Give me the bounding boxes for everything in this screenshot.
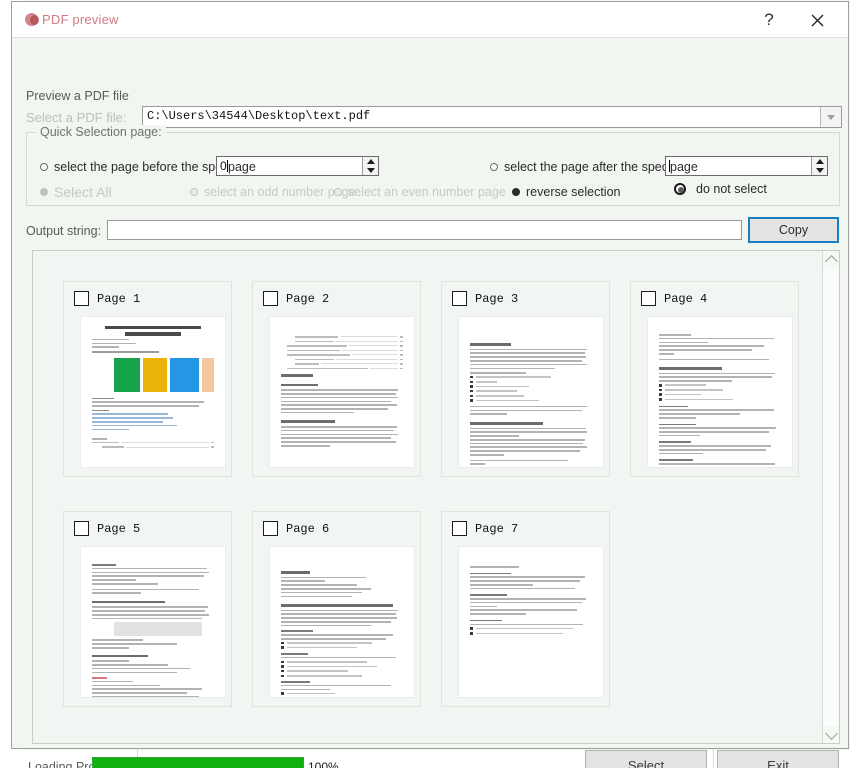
radio-do-not-select[interactable]: do not select: [674, 182, 767, 196]
page-label: Page 7: [475, 521, 519, 536]
quick-selection-title: Quick Selection page:: [36, 125, 166, 139]
exit-button[interactable]: Exit: [717, 750, 839, 768]
after-page-value[interactable]: 0: [666, 157, 811, 175]
page-thumbnail[interactable]: [647, 316, 793, 468]
page-label: Page 5: [97, 521, 141, 536]
progress-percent-label: 100%: [308, 760, 339, 768]
page-checkbox[interactable]: [452, 291, 467, 306]
page-card-header: Page 7: [452, 521, 518, 536]
page-card[interactable]: Page 5: [63, 511, 232, 707]
dialog-body: Preview a PDF file Select a PDF file: C:…: [12, 38, 848, 768]
after-page-stepper[interactable]: [811, 157, 827, 175]
preview-section-label: Preview a PDF file: [26, 89, 129, 103]
page-checkbox[interactable]: [452, 521, 467, 536]
before-page-spinbox[interactable]: 0: [216, 156, 379, 176]
after-page-spinbox[interactable]: 0: [665, 156, 828, 176]
before-page-value[interactable]: 0: [217, 157, 362, 175]
copy-button[interactable]: Copy: [748, 217, 839, 243]
pdf-file-path[interactable]: C:\Users\34544\Desktop\text.pdf: [143, 107, 820, 127]
page-thumbnail-viewport: Page 1 Page 2 Page 3 Page 4 Page 5 Page …: [33, 251, 822, 743]
stepper-down-icon[interactable]: [812, 166, 827, 175]
page-grid: Page 1 Page 2 Page 3 Page 4 Page 5 Page …: [63, 281, 822, 741]
page-card-header: Page 1: [74, 291, 140, 306]
page-checkbox[interactable]: [263, 521, 278, 536]
scrollbar-track[interactable]: [823, 268, 839, 726]
vertical-scrollbar[interactable]: [822, 251, 839, 743]
select-file-label: Select a PDF file:: [26, 110, 127, 125]
radio-label: reverse selection: [526, 185, 621, 199]
screen: PDF preview ? Preview a PDF file Select …: [0, 0, 850, 768]
page-thumbnail[interactable]: [458, 316, 604, 468]
page-label: Page 1: [97, 291, 141, 306]
page-card[interactable]: Page 3: [441, 281, 610, 477]
page-card-header: Page 3: [452, 291, 518, 306]
page-card-header: Page 2: [263, 291, 329, 306]
scroll-up-icon[interactable]: [823, 251, 840, 268]
page-card-header: Page 5: [74, 521, 140, 536]
page-card[interactable]: Page 6: [252, 511, 421, 707]
radio-dot: [674, 183, 686, 195]
stepper-up-icon[interactable]: [812, 157, 827, 166]
output-string-input[interactable]: [107, 220, 742, 240]
page-thumbnail[interactable]: [269, 546, 415, 698]
output-string-label: Output string:: [26, 224, 102, 238]
page-label: Page 2: [286, 291, 330, 306]
select-button[interactable]: Select: [585, 750, 707, 768]
page-thumbnail[interactable]: [458, 546, 604, 698]
page-checkbox[interactable]: [74, 291, 89, 306]
page-checkbox[interactable]: [641, 291, 656, 306]
window-title: PDF preview: [42, 12, 119, 27]
radio-dot: [490, 163, 498, 171]
close-icon[interactable]: [794, 2, 840, 38]
page-label: Page 6: [286, 521, 330, 536]
radio-label: select an odd number page: [204, 185, 356, 199]
page-thumbnail[interactable]: [80, 316, 226, 468]
page-thumbnail[interactable]: [269, 316, 415, 468]
pdf-preview-dialog: PDF preview ? Preview a PDF file Select …: [11, 1, 849, 768]
page-card[interactable]: Page 1: [63, 281, 232, 477]
app-icon: [24, 11, 42, 29]
page-checkbox[interactable]: [263, 291, 278, 306]
page-card-header: Page 4: [641, 291, 707, 306]
page-card[interactable]: Page 4: [630, 281, 799, 477]
page-card[interactable]: Page 7: [441, 511, 610, 707]
radio-label: select an even number page: [348, 185, 506, 199]
page-label: Page 3: [475, 291, 519, 306]
stepper-down-icon[interactable]: [363, 166, 378, 175]
radio-dot: [40, 163, 48, 171]
page-card[interactable]: Page 2: [252, 281, 421, 477]
help-icon[interactable]: ?: [746, 2, 792, 38]
radio-select-odd-pages[interactable]: select an odd number page: [190, 185, 356, 199]
radio-dot: [334, 188, 342, 196]
pdf-file-combobox[interactable]: C:\Users\34544\Desktop\text.pdf: [142, 106, 842, 128]
radio-dot: [190, 188, 198, 196]
loading-progress-bar: [92, 757, 304, 768]
output-string-field[interactable]: [108, 221, 741, 239]
radio-dot: [40, 188, 48, 196]
chevron-down-icon[interactable]: [820, 107, 841, 127]
radio-select-after-page[interactable]: select the page after the specified: [490, 160, 691, 174]
page-checkbox[interactable]: [74, 521, 89, 536]
page-card-header: Page 6: [263, 521, 329, 536]
scroll-down-icon[interactable]: [823, 726, 840, 743]
radio-reverse-selection[interactable]: reverse selection: [512, 185, 621, 199]
page-thumbnail-pane: Page 1 Page 2 Page 3 Page 4 Page 5 Page …: [32, 250, 840, 744]
progress-fill: [93, 758, 303, 768]
title-bar: PDF preview ?: [12, 2, 848, 38]
radio-select-all[interactable]: Select All: [40, 184, 112, 200]
page-thumbnail[interactable]: [80, 546, 226, 698]
stepper-up-icon[interactable]: [363, 157, 378, 166]
radio-label: select the page after the specified: [504, 160, 691, 174]
radio-select-even-pages[interactable]: select an even number page: [334, 185, 506, 199]
radio-label: do not select: [696, 182, 767, 196]
page-label: Page 4: [664, 291, 708, 306]
before-page-stepper[interactable]: [362, 157, 378, 175]
radio-label: Select All: [54, 184, 112, 200]
radio-dot: [512, 188, 520, 196]
